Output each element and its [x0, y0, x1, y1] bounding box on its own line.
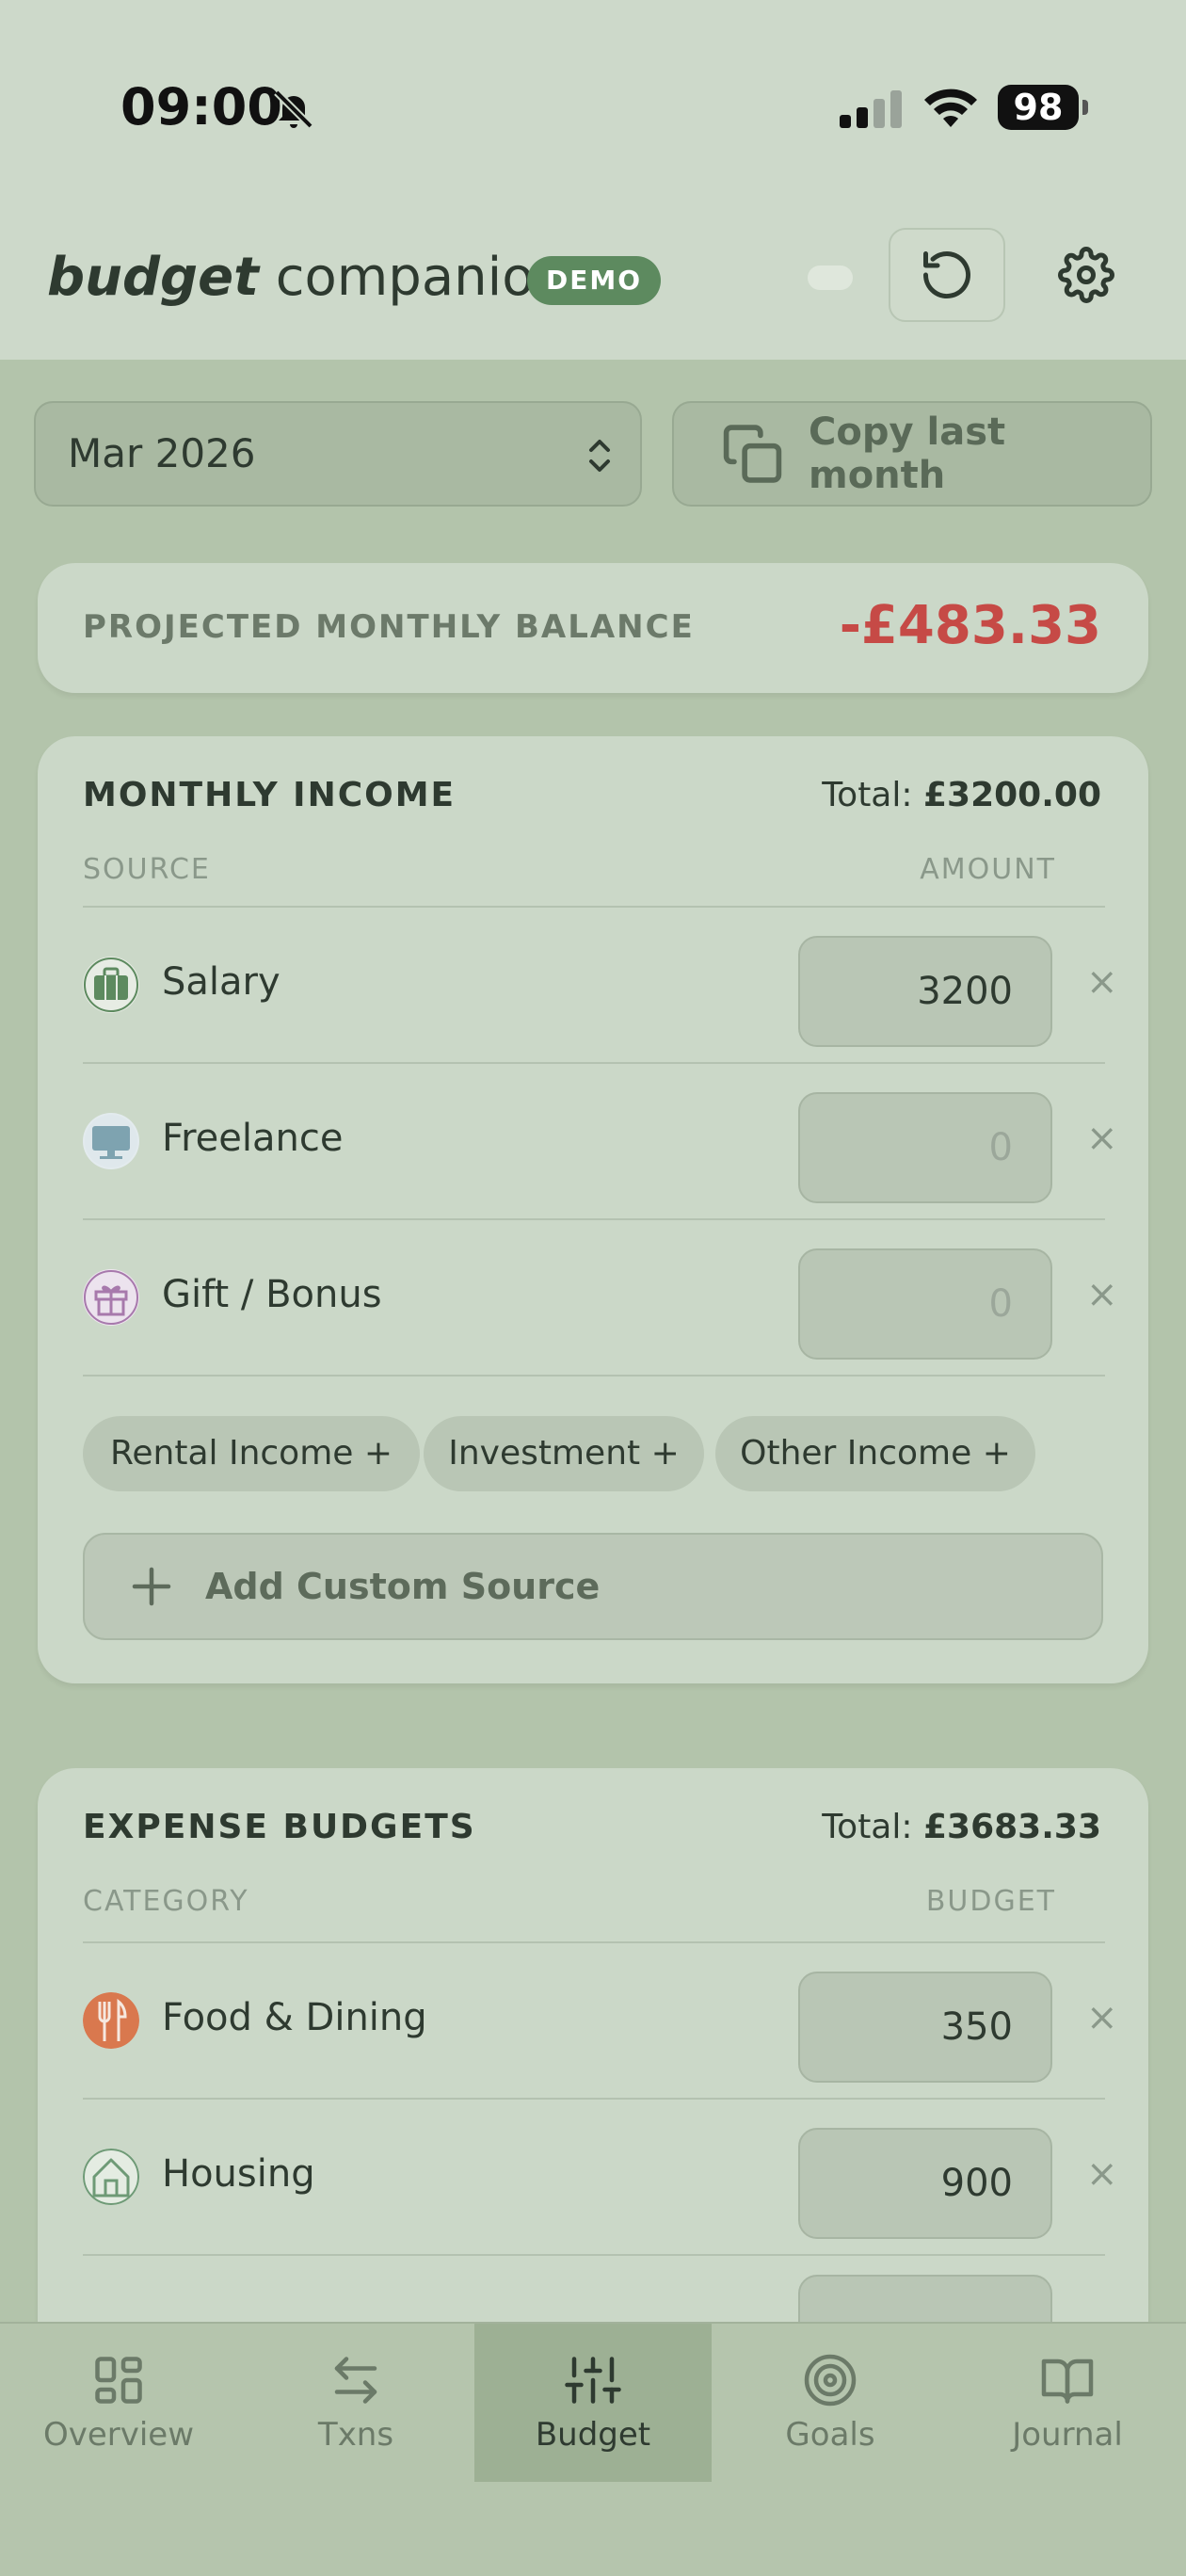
expense-category-label: Housing — [162, 2152, 315, 2196]
nav-overview[interactable]: Overview — [0, 2324, 237, 2482]
projected-balance-label: PROJECTED MONTHLY BALANCE — [83, 608, 695, 646]
refresh-button[interactable] — [889, 228, 1005, 322]
refresh-icon — [923, 251, 970, 299]
nav-label: Journal — [1012, 2416, 1123, 2454]
app-header: 09:00 98 budget companion DEMO — [0, 0, 1186, 360]
income-col-amount: AMOUNT — [920, 853, 1056, 886]
income-amount-input[interactable]: 3200 — [798, 936, 1052, 1047]
income-col-source: SOURCE — [83, 853, 211, 886]
expense-row-food-dining: Food & Dining 350 × — [83, 1943, 1118, 2098]
projected-balance-card: PROJECTED MONTHLY BALANCE -£483.33 — [38, 563, 1148, 693]
gift-icon — [83, 1269, 139, 1326]
divider — [83, 1375, 1105, 1377]
income-source-label: Gift / Bonus — [162, 1273, 382, 1316]
income-total-prefix: Total: — [822, 776, 913, 814]
add-other-income-chip[interactable]: Other Income + — [715, 1416, 1035, 1491]
battery-indicator: 98 — [998, 85, 1088, 130]
income-row-freelance: Freelance 0 × — [83, 1064, 1118, 1218]
chevron-up-down-icon — [589, 440, 610, 472]
target-icon — [804, 2354, 857, 2407]
nav-label: Overview — [42, 2416, 195, 2454]
projected-balance-value: -£483.33 — [839, 595, 1101, 656]
expense-total: Total: £3683.33 — [822, 1808, 1101, 1846]
grid-icon — [95, 2357, 142, 2404]
nav-label: Txns — [317, 2416, 394, 2454]
add-custom-source-label: Add Custom Source — [205, 1566, 601, 1607]
book-icon — [1041, 2359, 1094, 2404]
income-amount-input[interactable]: 0 — [798, 1248, 1052, 1360]
brand-rest: companion — [275, 247, 568, 308]
copy-icon — [723, 425, 782, 483]
expense-col-category: CATEGORY — [83, 1885, 249, 1918]
income-amount-input[interactable]: 0 — [798, 1092, 1052, 1203]
add-rental-income-chip[interactable]: Rental Income + — [83, 1416, 420, 1491]
month-select-value: Mar 2026 — [68, 430, 256, 476]
expense-col-budget: BUDGET — [925, 1885, 1056, 1918]
income-total: Total: £3200.00 — [822, 776, 1101, 814]
nav-journal[interactable]: Journal — [949, 2324, 1186, 2482]
copy-last-month-button[interactable]: Copy last month — [672, 401, 1152, 507]
bottom-navigation: Overview Txns Budget Goals Journal — [0, 2322, 1186, 2576]
income-row-gift-bonus: Gift / Bonus 0 × — [83, 1220, 1118, 1375]
income-total-value: £3200.00 — [922, 776, 1101, 814]
add-investment-chip[interactable]: Investment + — [424, 1416, 704, 1491]
expense-row-housing: Housing 900 × — [83, 2100, 1118, 2254]
copy-last-month-label: Copy last month — [809, 411, 1006, 497]
nav-txns[interactable]: Txns — [237, 2324, 474, 2482]
sliders-icon — [565, 2357, 621, 2404]
nav-budget[interactable]: Budget — [474, 2324, 712, 2482]
remove-row-button[interactable]: × — [1086, 960, 1118, 1004]
bell-muted-icon — [274, 89, 313, 129]
remove-row-button[interactable]: × — [1086, 1996, 1118, 2039]
expense-total-value: £3683.33 — [922, 1808, 1101, 1846]
cellular-signal-icon — [840, 90, 902, 128]
remove-row-button[interactable]: × — [1086, 2152, 1118, 2196]
brand-bold: budget — [47, 247, 259, 308]
monitor-icon — [83, 1113, 139, 1169]
expense-title: EXPENSE BUDGETS — [83, 1808, 476, 1846]
demo-badge: DEMO — [527, 256, 661, 305]
remove-row-button[interactable]: × — [1086, 1117, 1118, 1160]
add-custom-source-button[interactable]: Add Custom Source — [83, 1533, 1103, 1640]
settings-button[interactable] — [1054, 243, 1118, 307]
app-brand: budget companion — [47, 247, 568, 308]
income-title: MONTHLY INCOME — [83, 776, 457, 814]
house-icon — [83, 2149, 139, 2205]
income-source-label: Freelance — [162, 1117, 344, 1160]
arrows-icon — [334, 2357, 377, 2404]
nav-label: Budget — [535, 2416, 651, 2454]
income-source-label: Salary — [162, 960, 280, 1004]
gear-icon — [1058, 247, 1114, 303]
expense-category-label: Food & Dining — [162, 1996, 427, 2039]
month-select[interactable]: Mar 2026 — [34, 401, 642, 507]
briefcase-icon — [83, 957, 139, 1013]
sync-indicator — [808, 266, 853, 290]
expense-budget-input[interactable]: 900 — [798, 2128, 1052, 2239]
wifi-icon — [924, 89, 977, 127]
expense-total-prefix: Total: — [822, 1808, 913, 1846]
expense-budget-input[interactable]: 350 — [798, 1972, 1052, 2083]
status-time: 09:00 — [120, 77, 282, 137]
utensils-icon — [83, 1992, 139, 2049]
remove-row-button[interactable]: × — [1086, 1273, 1118, 1316]
nav-goals[interactable]: Goals — [712, 2324, 949, 2482]
income-row-salary: Salary 3200 × — [83, 908, 1118, 1062]
nav-label: Goals — [785, 2416, 875, 2454]
plus-icon — [132, 1567, 171, 1606]
